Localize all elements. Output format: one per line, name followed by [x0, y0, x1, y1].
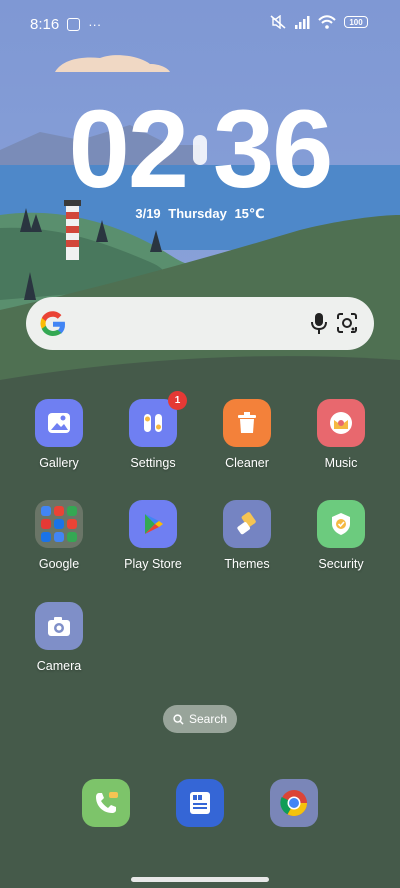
gesture-nav-handle[interactable] [131, 877, 269, 882]
phone-icon [96, 792, 118, 813]
app-themes[interactable]: Themes [202, 500, 292, 571]
date-text: 3/19 [135, 206, 161, 221]
gallery-icon [35, 399, 83, 447]
clock-separator [193, 135, 207, 165]
folder-icon [35, 500, 83, 548]
app-gallery[interactable]: Gallery [14, 399, 104, 470]
app-label: Play Store [124, 557, 182, 571]
app-search-button[interactable]: Search [163, 705, 237, 733]
clock-hour: 02 [68, 88, 189, 211]
app-label: Settings [130, 456, 176, 470]
weekday-text: Thursday [168, 206, 227, 221]
app-music[interactable]: Music [296, 399, 386, 470]
clock-minute: 36 [213, 88, 333, 211]
status-bar: 8:16 ··· 100 [0, 0, 400, 44]
more-notifications-icon: ··· [88, 17, 102, 32]
search-icon [173, 713, 184, 725]
music-icon [317, 399, 365, 447]
date-weather: 3/19 Thursday 15℃ [0, 206, 400, 222]
clock-widget[interactable]: 02 36 [50, 95, 350, 205]
google-search-bar[interactable] [26, 297, 374, 350]
chrome-icon [280, 790, 308, 817]
settings-icon: 1 [129, 391, 187, 447]
app-label: Google [38, 557, 80, 571]
dock-chrome[interactable] [270, 779, 318, 827]
google-lens-icon[interactable] [334, 310, 360, 336]
app-label: Security [318, 557, 364, 571]
temperature-text: 15℃ [234, 206, 265, 221]
mic-icon[interactable] [306, 310, 332, 336]
app-security[interactable]: Security [296, 500, 386, 571]
battery-icon: 100 [344, 16, 368, 28]
signal-icon [295, 15, 310, 29]
app-play-store[interactable]: Play Store [108, 500, 198, 571]
messages-icon [190, 792, 210, 814]
dock-messages[interactable] [176, 779, 224, 827]
status-time: 8:16 [30, 16, 60, 33]
play-store-icon [129, 500, 177, 548]
search-pill-label: Search [188, 712, 228, 726]
app-label: Camera [36, 659, 82, 673]
notification-icon [67, 18, 81, 31]
app-label: Cleaner [225, 456, 269, 470]
app-label: Music [324, 456, 358, 470]
app-google-folder[interactable]: Google [14, 500, 104, 571]
mute-icon [270, 15, 286, 29]
app-camera[interactable]: Camera [14, 602, 104, 673]
dock-phone[interactable] [82, 779, 130, 827]
app-settings[interactable]: 1 Settings [108, 391, 198, 470]
notification-badge: 1 [168, 391, 187, 410]
shield-icon [317, 500, 365, 548]
app-label: Themes [224, 557, 270, 571]
trash-icon [223, 399, 271, 447]
google-logo-icon [40, 311, 66, 337]
camera-icon [35, 602, 83, 650]
wifi-icon [318, 15, 336, 29]
brush-icon [223, 500, 271, 548]
app-label: Gallery [39, 456, 79, 470]
app-cleaner[interactable]: Cleaner [202, 399, 292, 470]
